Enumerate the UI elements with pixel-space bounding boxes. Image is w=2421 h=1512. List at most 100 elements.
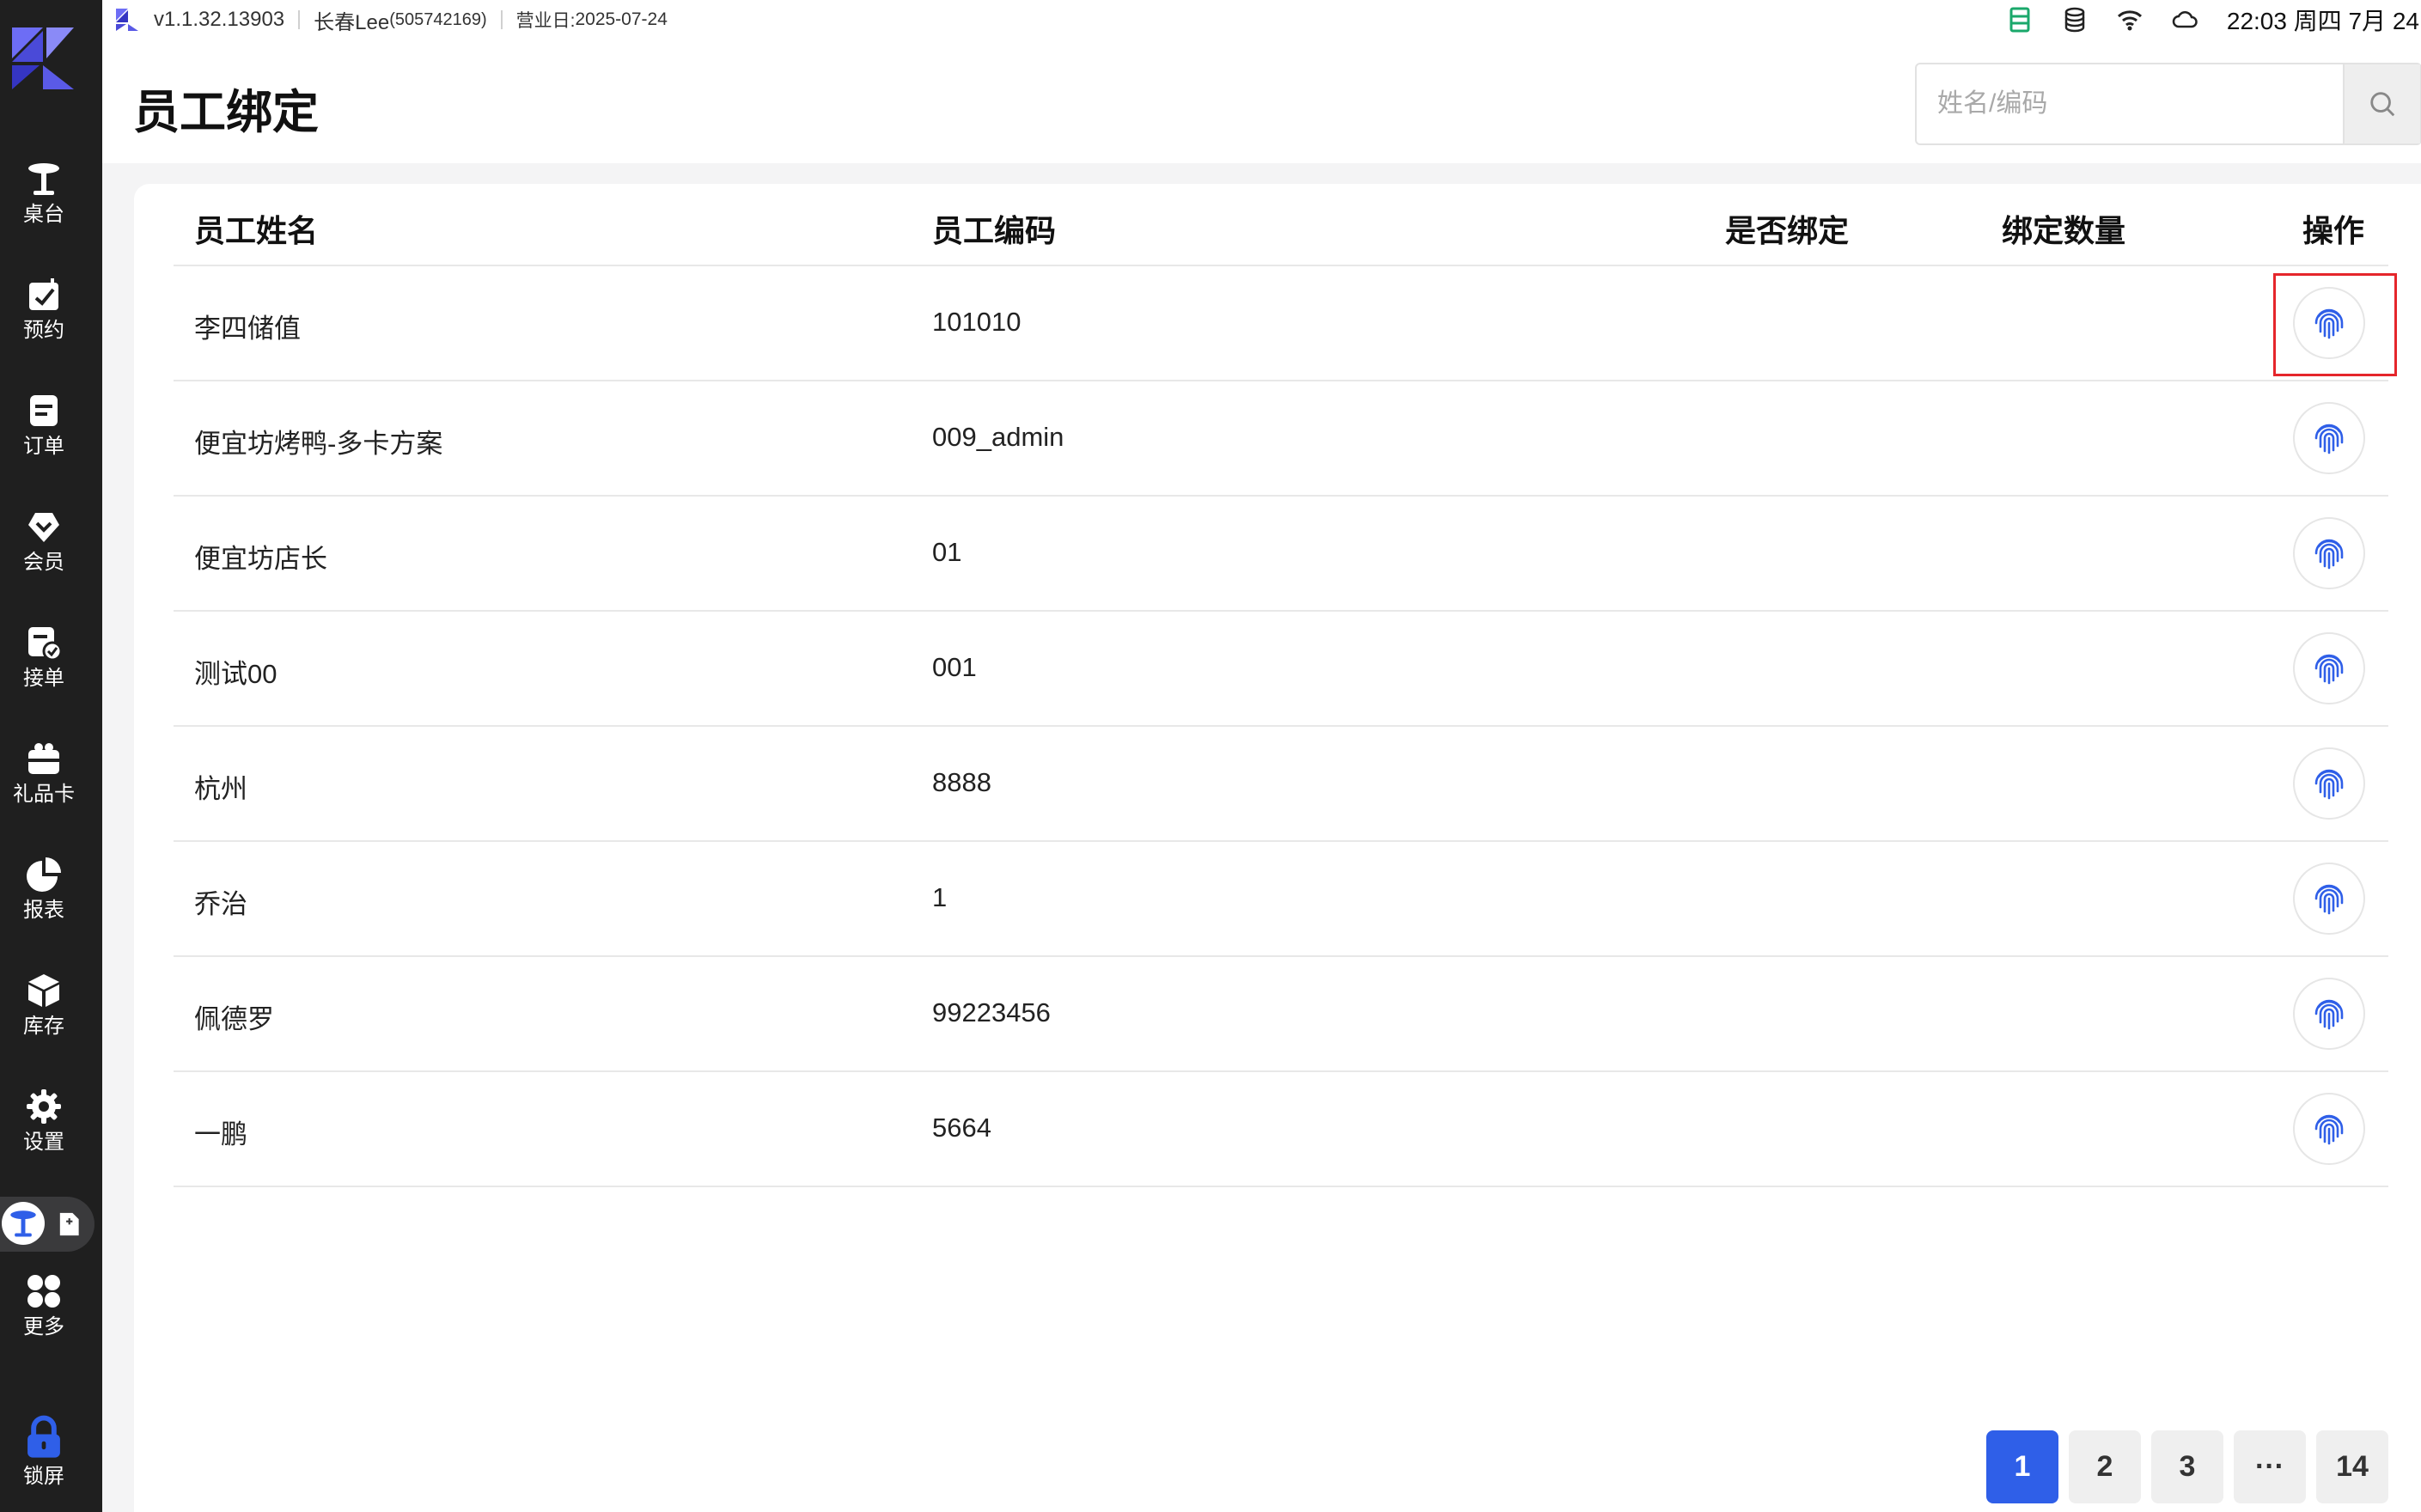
fingerprint-icon [2314, 424, 2344, 454]
table-row: 李四储值 101010 [174, 266, 2388, 381]
sidebar-item-label: 锁屏 [23, 1465, 64, 1488]
employee-name: 便宜坊店长 [194, 544, 327, 574]
dine-in-mode-button[interactable] [2, 1202, 45, 1245]
fingerprint-icon [2314, 769, 2344, 800]
status-icons: 22:03 周四 7月 24 [1978, 3, 2419, 36]
server-status-icon [2007, 7, 2033, 33]
bind-fingerprint-button[interactable] [2293, 402, 2365, 474]
sidebar-item-orders[interactable]: 订单 [0, 378, 88, 472]
wifi-icon [2117, 7, 2143, 33]
employee-table-card: 员工姓名 员工编码 是否绑定 绑定数量 操作 李四储值 101010 便宜坊烤鸭… [134, 184, 2421, 1512]
status-info: v1.1.32.13903 长春Lee (505742169) 营业日: 202… [114, 5, 668, 34]
mode-toggle[interactable] [0, 1197, 95, 1252]
pagination: 1 2 3 ··· 14 [1986, 1430, 2399, 1503]
document-plus-icon [59, 1212, 79, 1236]
search-input[interactable] [1917, 64, 2343, 143]
business-day: 2025-07-24 [575, 9, 668, 29]
employee-code: 99223456 [932, 997, 1051, 1027]
employee-name: 一鹏 [194, 1119, 247, 1149]
settings-icon [27, 1089, 61, 1124]
sidebar-item-reservation[interactable]: 预约 [0, 262, 88, 357]
sidebar-item-label: 会员 [23, 551, 64, 574]
lock-screen-button[interactable]: 锁屏 [0, 1405, 88, 1499]
business-day-label: 营业日: [515, 11, 576, 31]
sidebar-item-label: 设置 [23, 1131, 64, 1154]
store-id: (505742169) [389, 9, 487, 29]
status-bar: v1.1.32.13903 长春Lee (505742169) 营业日: 202… [102, 0, 2421, 40]
employee-code: 001 [932, 652, 977, 682]
highlight-annotation [2273, 273, 2397, 376]
lock-icon [27, 1415, 60, 1458]
bind-fingerprint-button[interactable] [2293, 632, 2365, 704]
employee-name: 杭州 [194, 774, 247, 804]
column-header-count: 绑定数量 [2002, 213, 2126, 248]
sidebar-item-label: 更多 [23, 1315, 64, 1338]
member-icon [28, 513, 59, 542]
sidebar-item-settings[interactable]: 设置 [0, 1074, 88, 1168]
employee-code: 01 [932, 537, 962, 567]
employee-code: 1 [932, 882, 948, 912]
table-row: 杭州 8888 [174, 727, 2388, 842]
table-row: 乔治 1 [174, 842, 2388, 957]
app-logo-icon [116, 9, 138, 31]
fingerprint-icon [2314, 1114, 2344, 1145]
sidebar-item-label: 库存 [23, 1015, 64, 1038]
table-header: 员工姓名 员工编码 是否绑定 绑定数量 操作 [174, 184, 2388, 266]
table-row: 测试00 001 [174, 612, 2388, 727]
table-row: 一鹏 5664 [174, 1072, 2388, 1187]
employee-code: 5664 [932, 1113, 991, 1143]
bind-fingerprint-button[interactable] [2293, 517, 2365, 589]
sidebar-item-inventory[interactable]: 库存 [0, 958, 88, 1052]
column-header-action: 操作 [2302, 213, 2365, 248]
employee-name: 佩德罗 [194, 1004, 274, 1034]
table-row: 便宜坊烤鸭-多卡方案 009_admin [174, 381, 2388, 497]
table-row: 便宜坊店长 01 [174, 497, 2388, 612]
table-row: 佩德罗 99223456 [174, 957, 2388, 1072]
fingerprint-icon [2314, 999, 2344, 1030]
page-title: 员工绑定 [133, 87, 319, 138]
page-button-last[interactable]: 14 [2316, 1430, 2388, 1503]
gift-card-icon [28, 743, 59, 774]
accept-order-icon [28, 627, 63, 662]
bind-fingerprint-button[interactable] [2293, 1093, 2365, 1165]
store-name: 长春Lee [314, 10, 390, 34]
employee-name: 便宜坊烤鸭-多卡方案 [194, 429, 443, 459]
employee-code: 101010 [932, 307, 1021, 337]
divider [298, 10, 301, 29]
quick-mode-button[interactable] [50, 1205, 88, 1243]
employee-code: 8888 [932, 767, 991, 797]
cloud-icon [2172, 7, 2198, 33]
sidebar-item-gift-cards[interactable]: 礼品卡 [0, 726, 88, 820]
grid-icon [27, 1275, 60, 1308]
column-header-bound: 是否绑定 [1725, 213, 1850, 248]
bind-fingerprint-button[interactable] [2293, 747, 2365, 820]
bind-fingerprint-button[interactable] [2293, 863, 2365, 935]
page-button-2[interactable]: 2 [2069, 1430, 2141, 1503]
sidebar-item-tables[interactable]: 桌台 [0, 146, 88, 241]
fingerprint-icon [2314, 654, 2344, 685]
page-button-3[interactable]: 3 [2151, 1430, 2223, 1503]
sidebar: 桌台 预约 订单 会员 接单 礼品卡 报表 库存 设置 更多 锁屏 [0, 0, 102, 1512]
page-ellipsis-button[interactable]: ··· [2234, 1430, 2306, 1503]
sidebar-item-accept-orders[interactable]: 接单 [0, 610, 88, 704]
sidebar-item-more[interactable]: 更多 [0, 1259, 88, 1353]
search-icon [2370, 92, 2395, 117]
bind-fingerprint-button[interactable] [2293, 978, 2365, 1050]
page-header: 员工绑定 [102, 40, 2421, 163]
sidebar-item-members[interactable]: 会员 [0, 494, 88, 588]
page-button-1[interactable]: 1 [1986, 1430, 2058, 1503]
column-header-code: 员工编码 [932, 213, 1057, 248]
search-box [1915, 63, 2421, 145]
sidebar-item-label: 报表 [23, 899, 64, 922]
sidebar-item-label: 礼品卡 [13, 783, 75, 806]
report-icon [27, 857, 61, 892]
app-logo-icon [12, 27, 74, 89]
table-icon [28, 163, 59, 195]
database-icon [2062, 7, 2088, 33]
column-header-name: 员工姓名 [194, 213, 319, 248]
employee-code: 009_admin [932, 422, 1064, 452]
search-button[interactable] [2343, 64, 2420, 143]
sidebar-item-reports[interactable]: 报表 [0, 842, 88, 936]
sidebar-item-label: 订单 [23, 435, 64, 458]
fingerprint-icon [2314, 884, 2344, 915]
